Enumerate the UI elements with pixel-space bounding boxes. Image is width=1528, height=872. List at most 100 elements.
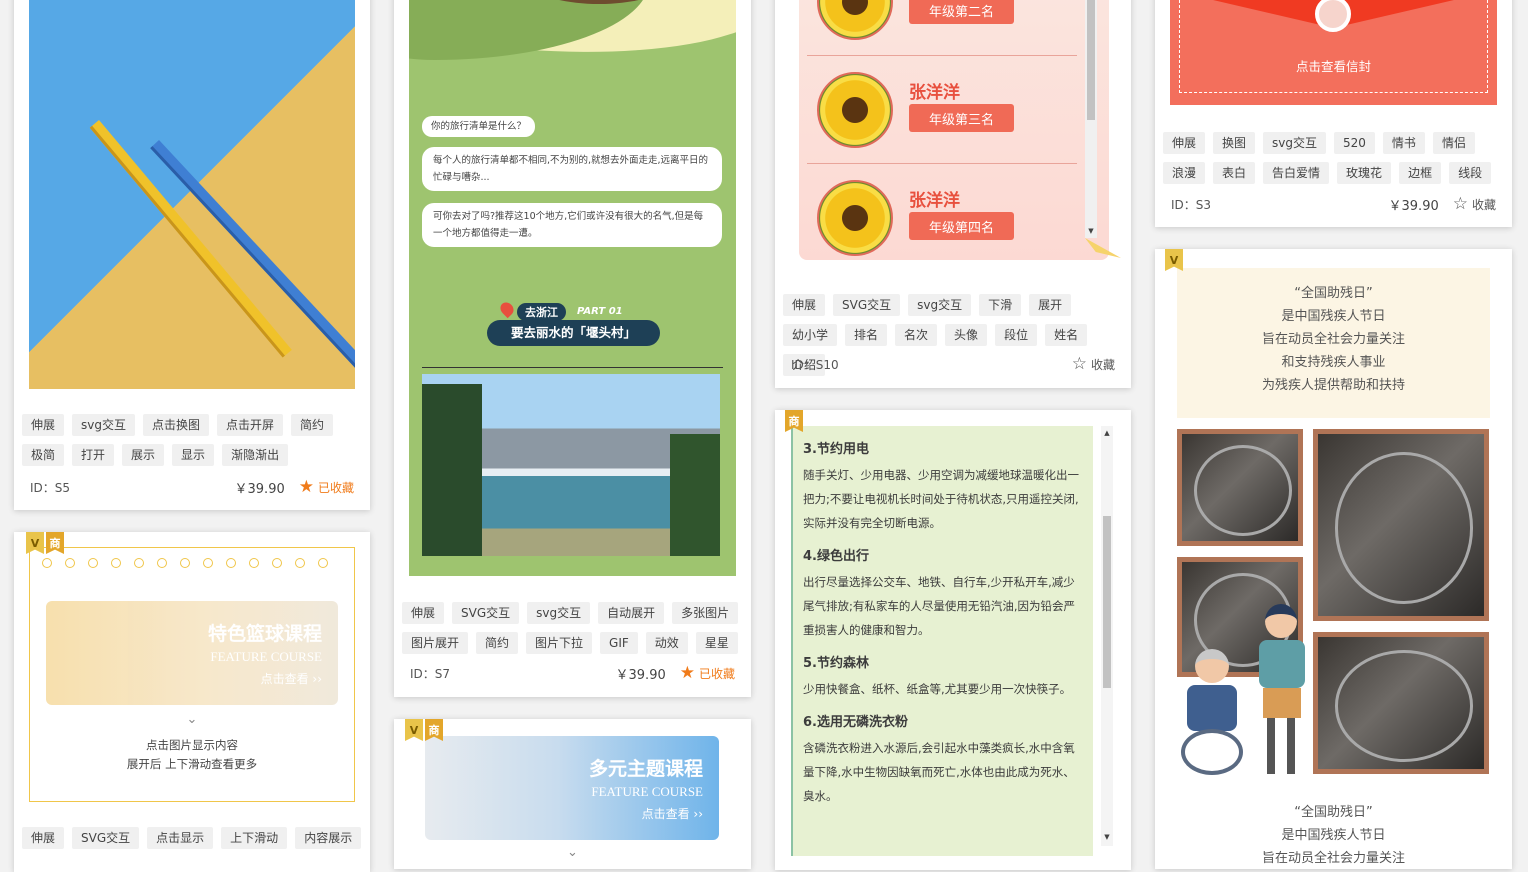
tag[interactable]: GIF bbox=[600, 632, 638, 654]
tag[interactable]: 边框 bbox=[1399, 162, 1442, 184]
scrollbar-thumb[interactable] bbox=[1087, 0, 1095, 120]
tag[interactable]: 名次 bbox=[895, 324, 938, 346]
quote-line: 和支持残疾人事业 bbox=[1281, 355, 1386, 370]
avatar bbox=[817, 72, 893, 148]
tag[interactable]: 星星 bbox=[695, 632, 738, 654]
tag[interactable]: 段位 bbox=[995, 324, 1038, 346]
tag[interactable]: 浪漫 bbox=[1163, 162, 1206, 184]
tag[interactable]: 简约 bbox=[476, 632, 519, 654]
paper-plane-icon bbox=[1085, 238, 1121, 258]
tag[interactable]: 点击换图 bbox=[143, 414, 210, 436]
course-banner[interactable]: 多元主题课程 FEATURE COURSE 点击查看 ›› bbox=[425, 736, 719, 840]
tag[interactable]: svg交互 bbox=[1263, 132, 1327, 154]
favorite-button[interactable]: ☆ 收藏 bbox=[1453, 196, 1496, 213]
tag[interactable]: 简约 bbox=[291, 414, 334, 436]
wheelchair-photo-4[interactable] bbox=[1313, 632, 1489, 774]
avatar bbox=[817, 0, 893, 40]
tag[interactable]: 伸展 bbox=[402, 602, 445, 624]
tag[interactable]: 极简 bbox=[22, 444, 65, 466]
chevron-down-icon: ⌄ bbox=[567, 845, 578, 860]
template-card-tips[interactable]: 商 3.节约用电 随手关灯、少用电器、少用空调为减缓地球温暖化出一把力;不要让电视… bbox=[775, 410, 1131, 870]
tag[interactable]: 玫瑰花 bbox=[1337, 162, 1392, 184]
quote-line: 旨在动员全社会力量关注 bbox=[1261, 332, 1405, 347]
tag[interactable]: 点击显示 bbox=[147, 827, 214, 849]
template-card-course2[interactable]: V 商 多元主题课程 FEATURE COURSE 点击查看 ›› ⌄ bbox=[394, 719, 751, 869]
tag[interactable]: 展开 bbox=[1029, 294, 1072, 316]
lake-mountain-photo[interactable] bbox=[422, 374, 720, 556]
tag[interactable]: 动效 bbox=[645, 632, 688, 654]
tag[interactable]: 下滑 bbox=[979, 294, 1022, 316]
travel-preview[interactable]: 你的旅行清单是什么？ 每个人的旅行清单都不相同,不为别的,就想去外面走走,远离平… bbox=[409, 0, 736, 576]
tag[interactable]: 展示 bbox=[122, 444, 165, 466]
tag[interactable]: 线段 bbox=[1449, 162, 1492, 184]
tag[interactable]: 姓名 bbox=[1045, 324, 1088, 346]
course-banner[interactable]: 特色篮球课程 FEATURE COURSE 点击查看 ›› bbox=[46, 601, 338, 705]
quote-line: 旨在动员全社会力量关注 bbox=[1261, 851, 1405, 866]
template-card-disability[interactable]: V “全国助残日” 是中国残疾人节日 旨在动员全社会力量关注 和支持残疾人事业 为残疾人… bbox=[1155, 249, 1512, 869]
tag[interactable]: 打开 bbox=[72, 444, 115, 466]
tag[interactable]: SVG交互 bbox=[72, 827, 140, 849]
scroll-down-arrow-icon[interactable]: ▼ bbox=[1101, 832, 1113, 842]
hint-text-1: 点击图片显示内容 bbox=[146, 738, 238, 752]
scroll-up-arrow-icon[interactable]: ▲ bbox=[1101, 428, 1113, 438]
tag[interactable]: SVG交互 bbox=[833, 294, 901, 316]
tag[interactable]: 伸展 bbox=[1163, 132, 1206, 154]
tag[interactable]: 点击开屏 bbox=[217, 414, 284, 436]
tag[interactable]: svg交互 bbox=[72, 414, 135, 436]
banner-title: 特色篮球课程 bbox=[207, 623, 322, 645]
wheelchair-photo-2[interactable] bbox=[1313, 429, 1489, 621]
envelope-preview[interactable]: 点击查看信封 bbox=[1170, 0, 1497, 105]
template-card-course1[interactable]: V 商 特色篮球课程 FEATURE COURSE 点击查看 ›› ⌄ 点击图片… bbox=[14, 532, 370, 872]
tag[interactable]: 情书 bbox=[1382, 132, 1425, 154]
ranking-preview[interactable]: 年级第二名 张洋洋 年级第三名 张洋洋 年级第四名 ▼ bbox=[799, 0, 1121, 260]
tag[interactable]: 伸展 bbox=[22, 414, 65, 436]
tag[interactable]: 排名 bbox=[845, 324, 888, 346]
template-card-s7[interactable]: 你的旅行清单是什么？ 每个人的旅行清单都不相同,不为别的,就想去外面走走,远离平… bbox=[394, 0, 751, 697]
tag[interactable]: 换图 bbox=[1213, 132, 1256, 154]
scrollbar[interactable]: ▲ ▼ bbox=[1101, 426, 1113, 846]
tag[interactable]: 多张图片 bbox=[672, 602, 739, 624]
tag[interactable]: 自动展开 bbox=[598, 602, 665, 624]
avatar bbox=[817, 180, 893, 256]
tag[interactable]: 头像 bbox=[945, 324, 988, 346]
template-card-s10[interactable]: 年级第二名 张洋洋 年级第三名 张洋洋 年级第四名 ▼ 伸展 SVG交互 svg交互… bbox=[775, 0, 1131, 388]
envelope-label: 点击查看信封 bbox=[1295, 59, 1371, 74]
favorite-button[interactable]: ★ 已收藏 bbox=[680, 665, 735, 682]
tag[interactable]: SVG交互 bbox=[452, 602, 520, 624]
scroll-down-arrow-icon[interactable]: ▼ bbox=[1085, 226, 1097, 236]
tag[interactable]: 显示 bbox=[172, 444, 215, 466]
tag[interactable]: 告白爱情 bbox=[1263, 162, 1330, 184]
favorite-button[interactable]: ☆ 收藏 bbox=[1072, 356, 1115, 373]
template-id: ID：S7 bbox=[410, 667, 451, 681]
part-tag: PART 01 bbox=[577, 306, 623, 317]
template-card-s3[interactable]: 点击查看信封 伸展 换图 svg交互 520 情书 情侣 浪漫 表白 告白爱情 玫瑰花 边框 线段 I… bbox=[1155, 0, 1512, 227]
tag[interactable]: 幼小学 bbox=[783, 324, 838, 346]
standing-person-illustration bbox=[1255, 604, 1311, 776]
tag[interactable]: 520 bbox=[1334, 132, 1375, 154]
template-card-s5[interactable]: 伸展 svg交互 点击换图 点击开屏 简约 极简 打开 展示 显示 渐隐渐出 ID：S5 ￥39.… bbox=[14, 0, 370, 510]
tag[interactable]: 图片展开 bbox=[402, 632, 469, 654]
tag[interactable]: svg交互 bbox=[908, 294, 972, 316]
rank-name: 张洋洋 bbox=[909, 191, 960, 211]
tag[interactable]: 渐隐渐出 bbox=[222, 444, 289, 466]
tag[interactable]: 内容展示 bbox=[295, 827, 362, 849]
wheelchair-photo-1[interactable] bbox=[1177, 429, 1303, 546]
scrollbar[interactable]: ▼ bbox=[1085, 0, 1097, 238]
scrollbar-thumb[interactable] bbox=[1103, 516, 1111, 688]
tag[interactable]: 图片下拉 bbox=[526, 632, 593, 654]
tag[interactable]: 伸展 bbox=[783, 294, 826, 316]
chat-bubble-question: 你的旅行清单是什么？ bbox=[422, 116, 536, 137]
tag[interactable]: 情侣 bbox=[1432, 132, 1475, 154]
tips-panel[interactable]: 3.节约用电 随手关灯、少用电器、少用空调为减缓地球温暖化出一把力;不要让电视机长… bbox=[791, 426, 1093, 856]
pencil-preview-image[interactable] bbox=[29, 0, 355, 389]
template-price: ￥39.90 bbox=[1388, 199, 1439, 214]
tag[interactable]: 上下滑动 bbox=[221, 827, 288, 849]
tag[interactable]: 伸展 bbox=[22, 827, 65, 849]
banner-subtitle: FEATURE COURSE bbox=[591, 784, 703, 799]
tag-list: 伸展 SVG交互 svg交互 自动展开 多张图片图片展开 简约 图片下拉 GIF 动效 星星 bbox=[402, 602, 743, 654]
tag[interactable]: 表白 bbox=[1213, 162, 1256, 184]
tag[interactable]: svg交互 bbox=[527, 602, 591, 624]
quote-box: “全国助残日” 是中国残疾人节日 旨在动员全社会力量关注 和支持残疾人事业 为残疾人提供… bbox=[1177, 268, 1490, 418]
favorite-button[interactable]: ★ 已收藏 bbox=[299, 479, 354, 496]
tip-heading: 5.节约森林 bbox=[803, 656, 869, 671]
